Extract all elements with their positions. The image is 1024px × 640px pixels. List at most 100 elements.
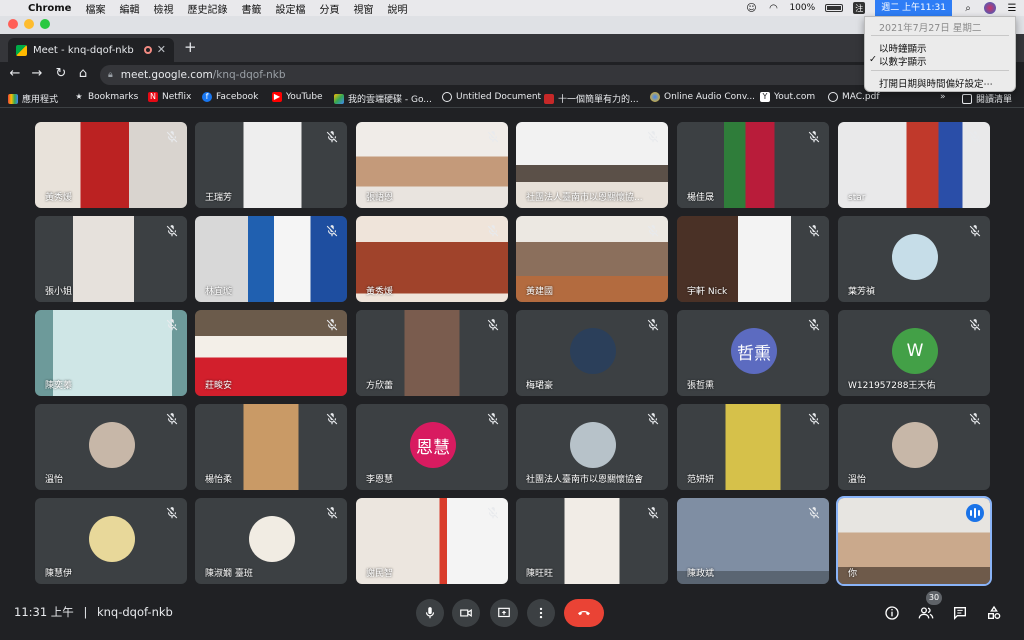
bookmark-google-drive[interactable]: 我的雲端硬碟 - Go... bbox=[334, 92, 432, 105]
bookmark-untitled-document[interactable]: Untitled Document bbox=[442, 92, 541, 102]
menu-tab[interactable]: 分頁 bbox=[319, 1, 339, 16]
menu-history[interactable]: 歷史記錄 bbox=[187, 1, 227, 16]
participant-tile[interactable]: 黃秀煖 bbox=[35, 122, 187, 208]
participant-tile[interactable]: 你 bbox=[836, 496, 992, 586]
people-icon bbox=[918, 607, 934, 619]
participant-tile[interactable]: 恩慧 李恩慧 bbox=[356, 404, 508, 490]
menu-window[interactable]: 視窗 bbox=[353, 1, 373, 16]
tab-meet[interactable]: Meet - knq-dqof-nkb ✕ bbox=[8, 38, 174, 62]
participant-tile[interactable]: 溫怡 bbox=[838, 404, 990, 490]
control-center-icon[interactable]: ☰ bbox=[1006, 2, 1018, 14]
mic-off-icon bbox=[968, 129, 982, 143]
present-screen-button[interactable] bbox=[490, 599, 518, 627]
participant-tile[interactable]: 黃建國 bbox=[516, 216, 668, 302]
participant-tile[interactable]: 張小姐 bbox=[35, 216, 187, 302]
menu-edit[interactable]: 編輯 bbox=[119, 1, 139, 16]
menubar-clock[interactable]: 週二 上午11:31 bbox=[875, 0, 952, 16]
participant-tile[interactable]: 楊怡柔 bbox=[195, 404, 347, 490]
mic-off-icon bbox=[165, 411, 179, 425]
clock-option-analog[interactable]: 以時鐘顯示 bbox=[879, 41, 927, 55]
participant-tile[interactable]: 陳淑嫺 臺班 bbox=[195, 498, 347, 584]
participant-tile[interactable]: 溫怡 bbox=[35, 404, 187, 490]
participant-tile[interactable]: 陳慧伊 bbox=[35, 498, 187, 584]
menu-bookmarks[interactable]: 書籤 bbox=[241, 1, 261, 16]
minimize-window-icon[interactable] bbox=[24, 19, 34, 29]
participant-tile[interactable]: 宇軒 Nick bbox=[677, 216, 829, 302]
bookmark-mac-pdf[interactable]: MAC.pdf bbox=[828, 92, 880, 102]
participant-tile[interactable]: 陳政斌 bbox=[677, 498, 829, 584]
more-bookmarks-icon[interactable]: » bbox=[940, 92, 946, 102]
zoom-window-icon[interactable] bbox=[40, 19, 50, 29]
participant-tile[interactable]: 葉芳禎 bbox=[838, 216, 990, 302]
bookmark-youtube[interactable]: ▶ YouTube bbox=[272, 92, 323, 102]
new-tab-icon[interactable]: + bbox=[184, 38, 197, 56]
meeting-code: knq-dqof-nkb bbox=[96, 605, 173, 619]
participant-tile[interactable]: 社團法人臺南市以恩關懷協會 bbox=[516, 404, 668, 490]
bookmark-label: Facebook bbox=[216, 92, 259, 102]
microphone-button[interactable] bbox=[416, 599, 444, 627]
home-icon[interactable]: ⌂ bbox=[74, 66, 92, 81]
participant-tile[interactable]: 林宜璇 bbox=[195, 216, 347, 302]
participant-tile[interactable]: 社團法人臺南市以恩關懷協... bbox=[516, 122, 668, 208]
bookmark-label: Yout.com bbox=[774, 92, 816, 102]
spotlight-search-icon[interactable]: ⌕ bbox=[962, 2, 974, 14]
participant-tile[interactable]: W W121957288王天佑 bbox=[838, 310, 990, 396]
mic-off-icon bbox=[968, 411, 982, 425]
participant-tile[interactable]: 陳奕蓁 bbox=[35, 310, 187, 396]
participant-tile[interactable]: 范妍妍 bbox=[677, 404, 829, 490]
participant-tile[interactable]: star bbox=[838, 122, 990, 208]
participant-avatar bbox=[249, 516, 295, 562]
mic-off-icon bbox=[486, 317, 500, 331]
bookmark-yout[interactable]: Y Yout.com bbox=[760, 92, 815, 102]
chat-button[interactable] bbox=[949, 602, 971, 624]
participant-tile[interactable]: 黃秀煖 bbox=[356, 216, 508, 302]
close-window-icon[interactable] bbox=[8, 19, 18, 29]
back-arrow-icon[interactable]: ← bbox=[6, 66, 24, 81]
participant-tile[interactable]: 王瑞芳 bbox=[195, 122, 347, 208]
lock-icon[interactable]: 🔒︎ bbox=[108, 70, 113, 80]
reading-list-icon bbox=[962, 93, 972, 104]
participant-tile[interactable]: 楊佳晟 bbox=[677, 122, 829, 208]
bookmark-apps[interactable]: 應用程式 bbox=[8, 92, 58, 105]
participant-tile[interactable]: 梅珺豪 bbox=[516, 310, 668, 396]
mic-off-icon bbox=[646, 505, 660, 519]
menu-app-name[interactable]: Chrome bbox=[28, 3, 71, 14]
camera-button[interactable] bbox=[452, 599, 480, 627]
activities-button[interactable] bbox=[983, 602, 1005, 624]
menu-profiles[interactable]: 設定檔 bbox=[275, 1, 305, 16]
mic-off-icon bbox=[646, 317, 660, 331]
participant-name: 范妍妍 bbox=[687, 475, 715, 485]
participant-avatar bbox=[892, 422, 938, 468]
wifi-icon[interactable]: ◠ bbox=[767, 2, 779, 14]
participants-button[interactable] bbox=[915, 602, 937, 624]
siri-icon[interactable] bbox=[984, 2, 996, 14]
reload-icon[interactable]: ↻ bbox=[52, 66, 70, 81]
input-method-icon[interactable]: 注 bbox=[853, 2, 866, 14]
clock-option-digital[interactable]: ✓ 以數字顯示 bbox=[869, 54, 927, 68]
participant-tile[interactable]: 莊畯安 bbox=[195, 310, 347, 396]
clock-open-preferences[interactable]: 打開日期與時間偏好設定⋯ bbox=[879, 76, 993, 90]
participant-tile[interactable]: 方欣蕾 bbox=[356, 310, 508, 396]
participant-name: 林宜璇 bbox=[205, 287, 233, 297]
meeting-details-button[interactable] bbox=[881, 602, 903, 624]
bookmark-facebook[interactable]: f Facebook bbox=[202, 92, 258, 102]
battery-icon[interactable] bbox=[825, 4, 844, 12]
participant-tile[interactable]: 謝民智 bbox=[356, 498, 508, 584]
menu-help[interactable]: 說明 bbox=[387, 1, 407, 16]
participant-name: 黃秀煖 bbox=[366, 287, 394, 297]
bookmark-bookmarks[interactable]: ★ Bookmarks bbox=[74, 92, 138, 102]
close-tab-icon[interactable]: ✕ bbox=[157, 43, 166, 56]
leave-call-button[interactable] bbox=[564, 599, 604, 627]
bookmark-eleven-tips[interactable]: 十一個簡單有力的... bbox=[544, 92, 639, 105]
participant-tile[interactable]: 哲熏 張哲熏 bbox=[677, 310, 829, 396]
forward-arrow-icon[interactable]: → bbox=[28, 66, 46, 81]
menubar-extra-icon[interactable]: ☺ bbox=[745, 2, 757, 14]
bookmark-netflix[interactable]: N Netflix bbox=[148, 92, 191, 102]
menu-file[interactable]: 檔案 bbox=[85, 1, 105, 16]
participant-tile[interactable]: 陳旺旺 bbox=[516, 498, 668, 584]
reading-list[interactable]: 閱讀清單 bbox=[962, 92, 1012, 105]
bookmark-audio-converter[interactable]: Online Audio Conv... bbox=[650, 92, 755, 102]
participant-tile[interactable]: 張語恩 bbox=[356, 122, 508, 208]
more-options-button[interactable] bbox=[527, 599, 555, 627]
menu-view[interactable]: 檢視 bbox=[153, 1, 173, 16]
